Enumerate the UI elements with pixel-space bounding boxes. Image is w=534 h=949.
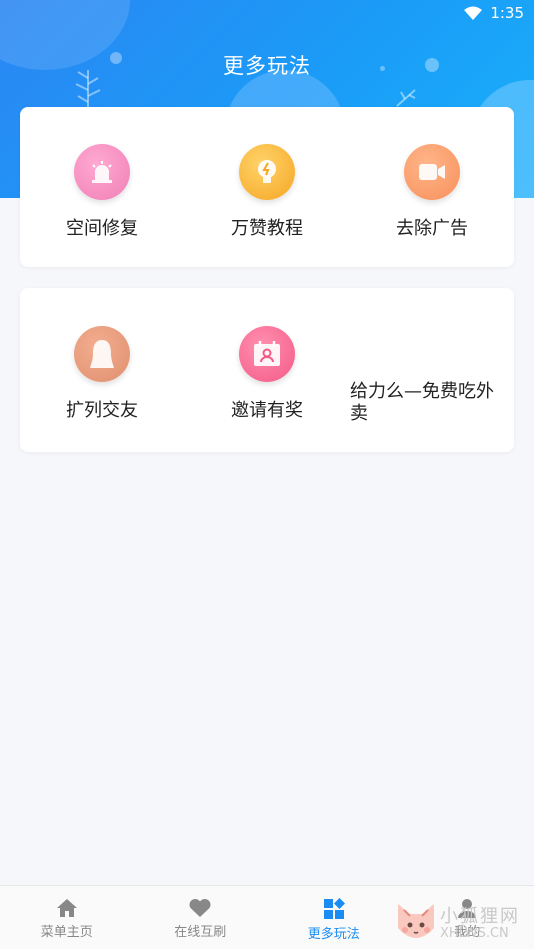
video-icon: [404, 144, 460, 200]
watermark-domain: XHLWS.CN: [440, 926, 509, 941]
home-icon: [56, 899, 77, 917]
feature-invite-reward[interactable]: 邀请有奖: [185, 326, 349, 422]
watermark-title: 小狐狸网: [440, 906, 520, 927]
calendar-user-icon: [239, 326, 295, 382]
feature-label: 空间修复: [66, 218, 138, 239]
feature-card-2: 扩列交友 邀请有奖 给力么—免费吃外卖: [20, 288, 514, 452]
feature-remove-ads[interactable]: 去除广告: [350, 144, 514, 240]
feature-label: 万赞教程: [231, 218, 303, 239]
tab-menu-home[interactable]: 菜单主页: [0, 886, 134, 949]
wifi-icon: [464, 6, 483, 20]
alarm-icon: [74, 144, 130, 200]
feature-label: 扩列交友: [66, 400, 138, 421]
status-bar: 1:35: [464, 4, 524, 22]
tab-label: 在线互刷: [174, 925, 227, 940]
heart-icon: [189, 898, 211, 917]
status-time: 1:35: [490, 4, 524, 22]
page-title: 更多玩法: [223, 54, 311, 78]
fox-logo-icon: [398, 904, 434, 938]
feature-space-repair[interactable]: 空间修复: [20, 144, 184, 240]
leaf-decor-icon: [396, 89, 416, 107]
tab-label: 菜单主页: [40, 925, 93, 940]
feature-like-tutorial[interactable]: 万赞教程: [185, 144, 349, 240]
tab-label: 更多玩法: [307, 927, 360, 942]
free-takeout-link[interactable]: 给力么—免费吃外卖: [350, 381, 510, 425]
grid-icon: [323, 898, 345, 919]
feature-make-friends[interactable]: 扩列交友: [20, 326, 184, 422]
tab-more-play[interactable]: 更多玩法: [267, 886, 401, 949]
lightbulb-icon: [239, 144, 295, 200]
feature-card-1: 空间修复 万赞教程 去除广告: [20, 107, 514, 267]
feature-label: 去除广告: [396, 218, 468, 239]
tab-online-swap[interactable]: 在线互刷: [134, 886, 268, 949]
watermark: 小狐狸网 XHLWS.CN: [394, 896, 534, 949]
person-silhouette-icon: [74, 326, 130, 382]
feature-label: 邀请有奖: [231, 400, 303, 421]
